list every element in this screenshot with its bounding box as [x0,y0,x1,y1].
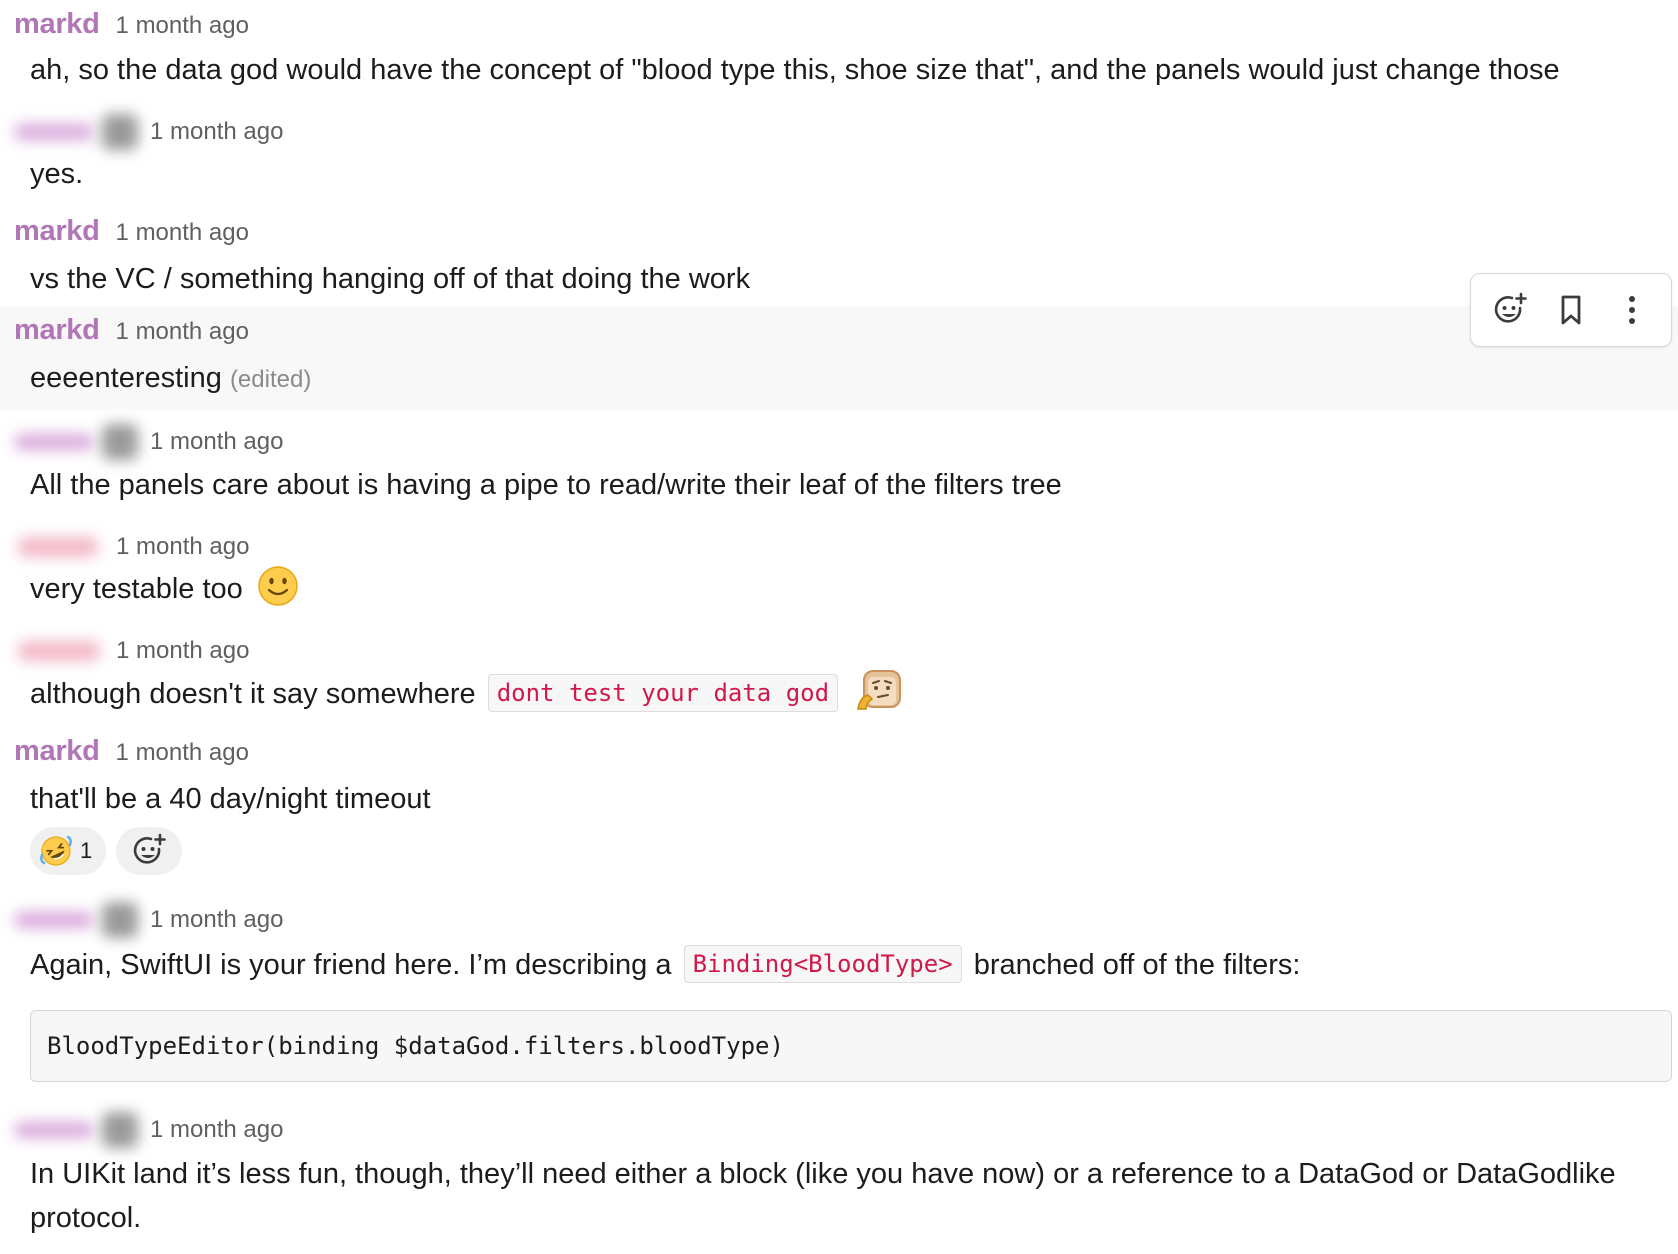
message: 1 month ago yes. [0,100,1678,205]
bookmark-icon [1561,295,1581,325]
message-body-continued: branched off of the filters: [973,949,1301,981]
message-body: Again, SwiftUI is your friend here. I’m … [30,949,672,981]
message: markd 1 month ago vs the VC / something … [0,205,1678,305]
author-name[interactable]: markd [14,8,100,41]
code-block: BloodTypeEditor(binding $dataGod.filters… [30,1010,1672,1082]
more-actions-icon [1629,296,1636,324]
timestamp[interactable]: 1 month ago [116,739,249,767]
author-name-redacted[interactable] [14,525,106,569]
message: 1 month ago Again, SwiftUI is your frien… [0,888,1678,1106]
timestamp[interactable]: 1 month ago [116,318,249,346]
message-body: eeeenteresting [30,362,222,394]
reaction-pill[interactable]: 1 [30,827,107,875]
message-text: very testable too [30,565,299,611]
author-name[interactable]: markd [14,215,100,248]
timestamp[interactable]: 1 month ago [116,533,249,561]
edited-label: (edited) [229,366,312,393]
author-name-redacted[interactable] [14,629,106,673]
message-text: All the panels care about is having a pi… [30,469,1062,501]
timestamp[interactable]: 1 month ago [150,118,283,146]
rolling-on-floor-laughing-icon [40,835,72,866]
slightly-smiling-face-icon [258,566,298,606]
message-text: vs the VC / something hanging off of tha… [30,263,751,295]
author-name[interactable]: markd [14,314,100,347]
timestamp[interactable]: 1 month ago [150,1116,283,1144]
message-actions-toolbar [1470,273,1672,347]
message-text: eeeenteresting (edited) [30,356,311,402]
message: 1 month ago very testable too [0,515,1678,619]
message-text: yes. [30,158,84,190]
reaction-count: 1 [80,838,93,863]
timestamp[interactable]: 1 month ago [116,219,249,247]
add-reaction-button[interactable] [116,827,183,875]
message-text: Again, SwiftUI is your friend here. I’m … [30,942,1300,987]
message-text: although doesn't it say somewhere dont t… [30,669,902,716]
reactions-bar: 1 [30,827,183,875]
author-name[interactable]: markd [14,735,100,768]
message: 1 month ago In UIKit land it’s less fun,… [0,1106,1678,1254]
more-actions-button[interactable] [1608,286,1656,334]
message-body: although doesn't it say somewhere [30,678,476,710]
message: 1 month ago although doesn't it say some… [0,619,1678,723]
author-name-redacted[interactable] [14,420,140,464]
author-name-redacted[interactable] [14,1108,140,1152]
inline-code: Binding<BloodType> [683,945,962,983]
message: 1 month ago All the panels care about is… [0,410,1678,515]
add-reaction-button[interactable] [1486,286,1534,334]
message-text: ah, so the data god would have the conce… [30,54,1560,86]
message-body: very testable too [30,573,243,605]
message-hovered: markd 1 month ago eeeenteresting (edited… [0,306,1678,410]
message-text: In UIKit land it’s less fun, though, the… [30,1158,1616,1234]
add-reaction-icon [134,833,167,864]
timestamp[interactable]: 1 month ago [150,428,283,456]
timestamp[interactable]: 1 month ago [150,906,283,934]
author-name-redacted[interactable] [14,898,140,942]
inline-code: dont test your data god [487,674,839,712]
save-message-button[interactable] [1547,286,1595,334]
message: markd 1 month ago ah, so the data god wo… [0,0,1678,100]
timestamp[interactable]: 1 month ago [116,637,249,665]
author-name-redacted[interactable] [14,110,140,154]
timestamp[interactable]: 1 month ago [116,12,249,40]
thinking-toast-icon [857,670,902,710]
add-reaction-icon [1494,292,1527,323]
message-text: that'll be a 40 day/night timeout [30,783,431,815]
message: markd 1 month ago that'll be a 40 day/ni… [0,723,1678,888]
